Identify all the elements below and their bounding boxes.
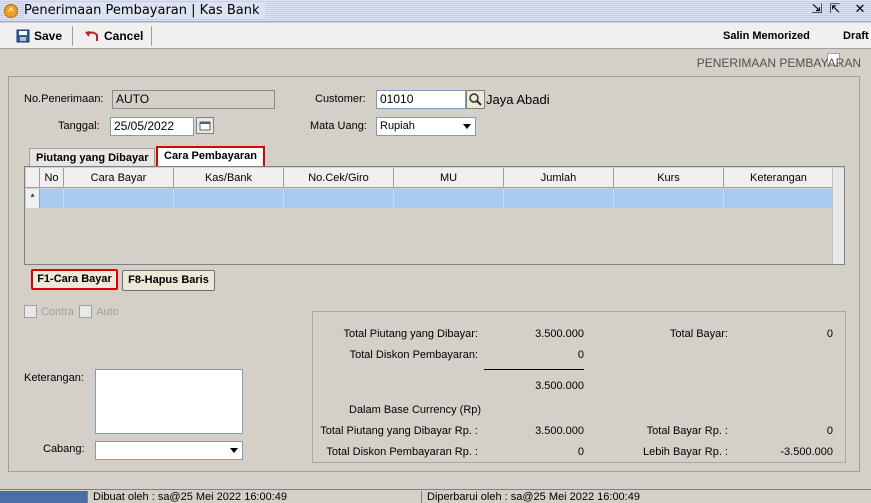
draft-label: Draft bbox=[843, 30, 869, 42]
window-title: Penerimaan Pembayaran | Kas Bank bbox=[24, 3, 266, 18]
base-currency-label: Dalam Base Currency (Rp) bbox=[349, 404, 482, 416]
subtotal-value: 3.500.000 bbox=[535, 380, 584, 392]
table-cell[interactable] bbox=[174, 189, 284, 208]
close-icon[interactable]: ✕ bbox=[851, 2, 869, 19]
table-cell[interactable] bbox=[284, 189, 394, 208]
cabang-select[interactable] bbox=[95, 441, 243, 460]
mata-uang-select[interactable]: Rupiah bbox=[376, 117, 476, 136]
tab-piutang-yang-dibayar[interactable]: Piutang yang Dibayar bbox=[29, 148, 156, 168]
contra-checkbox[interactable] bbox=[24, 305, 37, 318]
total-diskon-label: Total Diskon Pembayaran: bbox=[349, 349, 478, 361]
customer-field[interactable]: 01010 bbox=[376, 90, 466, 109]
column-header-no-cek-giro[interactable]: No.Cek/Giro bbox=[284, 168, 394, 188]
dibuat-oleh-status: Dibuat oleh : sa@25 Mei 2022 16:00:49 bbox=[87, 491, 421, 503]
no-penerimaan-field: AUTO bbox=[112, 90, 275, 109]
table-cell[interactable] bbox=[504, 189, 614, 208]
table-cell[interactable] bbox=[40, 189, 64, 208]
customer-label: Customer: bbox=[315, 93, 366, 105]
total-diskon-rp-label: Total Diskon Pembayaran Rp. : bbox=[326, 446, 478, 458]
column-header-jumlah[interactable]: Jumlah bbox=[504, 168, 614, 188]
no-penerimaan-label: No.Penerimaan: bbox=[24, 93, 104, 105]
cara-bayar-button[interactable]: F1-Cara Bayar bbox=[31, 269, 118, 290]
table-cell[interactable] bbox=[614, 189, 724, 208]
total-piutang-rp-value: 3.500.000 bbox=[535, 425, 584, 437]
lebih-bayar-rp-value: -3.500.000 bbox=[780, 446, 833, 458]
column-header-no[interactable]: No bbox=[40, 168, 64, 188]
title-bar: ^ Penerimaan Pembayaran | Kas Bank ⇲ ⇱ ✕ bbox=[0, 0, 871, 22]
column-header-kurs[interactable]: Kurs bbox=[614, 168, 724, 188]
column-header-cara-bayar[interactable]: Cara Bayar bbox=[64, 168, 174, 188]
total-bayar-label: Total Bayar: bbox=[669, 328, 728, 340]
total-bayar-value: 0 bbox=[826, 328, 833, 340]
tanggal-field[interactable]: 25/05/2022 bbox=[110, 117, 194, 136]
calendar-icon[interactable] bbox=[196, 117, 214, 134]
contra-label: Contra bbox=[41, 306, 75, 318]
cancel-label: Cancel bbox=[104, 29, 144, 43]
column-header-keterangan[interactable]: Keterangan bbox=[724, 168, 834, 188]
vertical-scrollbar[interactable] bbox=[832, 168, 844, 264]
customer-name: Jaya Abadi bbox=[486, 92, 550, 107]
total-diskon-value: 0 bbox=[577, 349, 584, 361]
undo-icon bbox=[85, 31, 98, 41]
total-piutang-label: Total Piutang yang Dibayar: bbox=[343, 328, 478, 340]
status-bar: Dibuat oleh : sa@25 Mei 2022 16:00:49 Di… bbox=[0, 489, 871, 503]
salin-memorized-button[interactable]: Salin Memorized bbox=[723, 27, 810, 45]
subtotal-divider bbox=[484, 369, 584, 370]
chevron-down-icon bbox=[230, 448, 238, 453]
diperbarui-oleh-status: Diperbarui oleh : sa@25 Mei 2022 16:00:4… bbox=[421, 491, 871, 503]
table-cell[interactable] bbox=[394, 189, 504, 208]
total-piutang-rp-label: Total Piutang yang Dibayar Rp. : bbox=[320, 425, 478, 437]
toolbar-divider bbox=[72, 26, 73, 46]
mata-uang-value: Rupiah bbox=[380, 120, 415, 132]
save-button[interactable]: Save bbox=[16, 27, 62, 45]
cancel-button[interactable]: Cancel bbox=[84, 27, 143, 45]
row-header-corner bbox=[26, 168, 40, 188]
total-bayar-rp-value: 0 bbox=[826, 425, 833, 437]
toolbar: Save Cancel Salin Memorized Draft bbox=[0, 23, 871, 66]
section-title: PENERIMAAN PEMBAYARAN bbox=[696, 56, 861, 70]
search-icon[interactable] bbox=[466, 90, 485, 109]
table-cell[interactable] bbox=[64, 189, 174, 208]
column-header-kas-bank[interactable]: Kas/Bank bbox=[174, 168, 284, 188]
toolbar-divider bbox=[151, 26, 152, 46]
save-icon bbox=[16, 29, 30, 43]
keterangan-label: Keterangan: bbox=[24, 372, 84, 384]
maximize-icon[interactable]: ⇱ bbox=[826, 2, 844, 19]
mata-uang-label: Mata Uang: bbox=[310, 120, 367, 132]
chevron-down-icon bbox=[463, 124, 471, 129]
tanggal-label: Tanggal: bbox=[58, 120, 100, 132]
total-bayar-rp-label: Total Bayar Rp. : bbox=[646, 425, 728, 437]
table-cell[interactable] bbox=[724, 189, 832, 208]
auto-label: Auto bbox=[96, 306, 119, 318]
payment-grid: No Cara Bayar Kas/Bank No.Cek/Giro MU Ju… bbox=[24, 166, 845, 265]
column-header-mu[interactable]: MU bbox=[394, 168, 504, 188]
save-label: Save bbox=[34, 29, 63, 43]
cabang-label: Cabang: bbox=[43, 443, 85, 455]
lebih-bayar-rp-label: Lebih Bayar Rp. : bbox=[643, 446, 728, 458]
auto-checkbox[interactable] bbox=[79, 305, 92, 318]
hapus-baris-button[interactable]: F8-Hapus Baris bbox=[122, 270, 215, 291]
keterangan-textarea[interactable] bbox=[95, 369, 243, 434]
total-piutang-value: 3.500.000 bbox=[535, 328, 584, 340]
status-indicator bbox=[0, 491, 87, 503]
total-diskon-rp-value: 0 bbox=[577, 446, 584, 458]
restore-icon[interactable]: ⇲ bbox=[808, 2, 826, 19]
tab-cara-pembayaran[interactable]: Cara Pembayaran bbox=[156, 146, 265, 168]
new-row-marker: * bbox=[26, 189, 40, 208]
app-icon: ^ bbox=[4, 4, 18, 18]
